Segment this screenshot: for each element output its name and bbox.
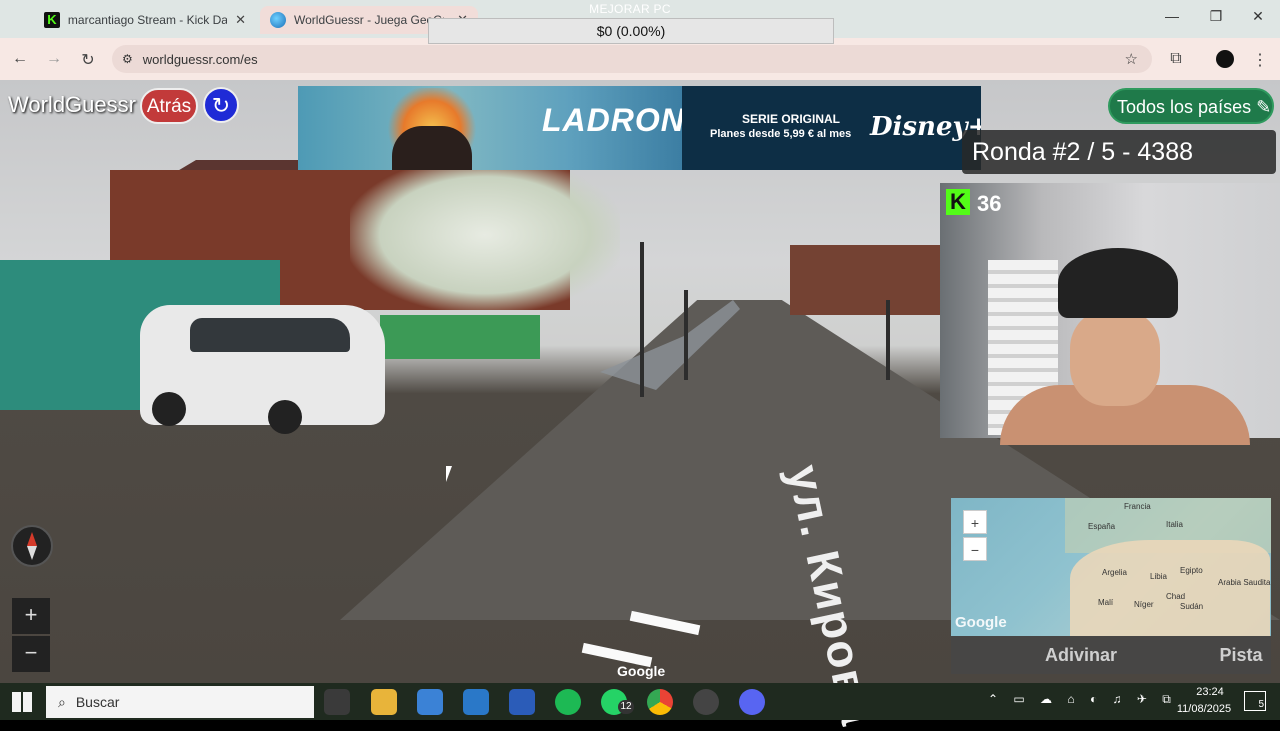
reload-location-button[interactable]: ↻ bbox=[203, 87, 239, 123]
map-label: España bbox=[1088, 522, 1116, 531]
map-label: Egipto bbox=[1180, 566, 1203, 575]
map-label: Argelia bbox=[1102, 568, 1127, 577]
url-field[interactable]: ⚙ worldguessr.com/es ☆ bbox=[112, 45, 1152, 73]
blossom-tree bbox=[350, 160, 620, 310]
close-tab-icon[interactable]: ✕ bbox=[235, 12, 246, 28]
utility-pole bbox=[684, 290, 688, 380]
ticker-value: $0 (0.00%) bbox=[428, 18, 834, 44]
tab-title: marcantiago Stream - Kick Dash bbox=[67, 13, 228, 27]
distant-house bbox=[790, 245, 950, 315]
map-label: Níger bbox=[1134, 600, 1154, 609]
zoom-out-button[interactable]: − bbox=[12, 636, 50, 672]
browser-menu-icon[interactable]: ⋮ bbox=[1248, 50, 1272, 70]
mouse-cursor-icon bbox=[446, 466, 452, 482]
map-label: Italia bbox=[1166, 520, 1183, 529]
hint-button[interactable]: Pista bbox=[1211, 645, 1271, 666]
map-zoom-out-button[interactable]: − bbox=[963, 537, 987, 561]
guess-bar: Adivinar Pista bbox=[951, 636, 1271, 674]
windows-start-icon[interactable] bbox=[12, 692, 32, 712]
word-icon[interactable] bbox=[509, 689, 535, 715]
webcam-person-face bbox=[1070, 310, 1160, 406]
microsoft-store-icon[interactable] bbox=[417, 689, 443, 715]
countries-label: Todos los países bbox=[1117, 97, 1252, 117]
google-watermark: Google bbox=[617, 663, 666, 679]
map-label: Malí bbox=[1098, 598, 1114, 607]
car-wheel bbox=[268, 400, 302, 434]
notification-center-icon[interactable]: 5 bbox=[1244, 691, 1266, 711]
guess-button[interactable]: Adivinar bbox=[951, 645, 1211, 666]
back-arrow-icon[interactable]: ← bbox=[8, 50, 32, 68]
close-window-button[interactable]: ✕ bbox=[1238, 8, 1278, 30]
spotify-icon[interactable] bbox=[555, 689, 581, 715]
task-view-icon[interactable] bbox=[324, 689, 350, 715]
viewer-count: 36 bbox=[977, 191, 1002, 216]
chrome-icon[interactable] bbox=[647, 689, 673, 715]
discord-icon[interactable] bbox=[739, 689, 765, 715]
map-label: Francia bbox=[1124, 502, 1151, 511]
obs-icon[interactable] bbox=[693, 689, 719, 715]
car-window bbox=[190, 318, 350, 352]
ad-image: LADRONES bbox=[298, 86, 729, 170]
map-google-watermark: Google bbox=[955, 614, 1007, 631]
countries-button[interactable]: Todos los países ✎ bbox=[1108, 88, 1274, 124]
zoom-in-button[interactable]: + bbox=[12, 598, 50, 634]
profile-avatar[interactable] bbox=[1216, 50, 1234, 68]
minimize-window-button[interactable]: — bbox=[1152, 8, 1192, 30]
round-info: Ronda #2 / 5 - 4388 Puntos bbox=[962, 130, 1276, 210]
maximize-window-button[interactable]: ❐ bbox=[1196, 8, 1236, 30]
system-tray-icons[interactable]: ⌃ ▭ ☁ ⌂ ◐ ♫ ✈ ⧉ bbox=[988, 692, 1177, 707]
ad-info: SERIE ORIGINAL Planes desde 5,99 € al me… bbox=[682, 86, 981, 170]
ad-price: Planes desde 5,99 € al mes bbox=[710, 128, 852, 140]
extensions-icon[interactable]: ⧉ bbox=[1164, 50, 1188, 68]
map-zoom-in-button[interactable]: + bbox=[963, 510, 987, 534]
back-button[interactable]: Atrás bbox=[140, 88, 198, 124]
tab-kick-stream[interactable]: K marcantiago Stream - Kick Dash ✕ bbox=[34, 6, 256, 34]
webcam-cap bbox=[1058, 248, 1178, 318]
search-placeholder: Buscar bbox=[75, 694, 120, 710]
map-land-africa bbox=[1070, 540, 1270, 636]
ad-person bbox=[392, 126, 472, 170]
ticker-title: MEJORAR PC bbox=[589, 2, 671, 16]
clock-date[interactable]: 11/08/2025 bbox=[1168, 703, 1240, 715]
ad-banner[interactable]: LADRONES SERIE ORIGINAL Planes desde 5,9… bbox=[298, 86, 981, 170]
map-label: Arabia Saudita bbox=[1218, 578, 1271, 587]
map-label: Sudán bbox=[1180, 602, 1204, 611]
clock-time[interactable]: 23:24 bbox=[1180, 686, 1240, 698]
ad-serie: SERIE ORIGINAL bbox=[742, 112, 841, 126]
tab-title: WorldGuessr - Juega GeoGu bbox=[294, 13, 444, 27]
globe-favicon-icon bbox=[270, 12, 286, 28]
utility-pole bbox=[886, 300, 890, 380]
forward-arrow-icon[interactable]: → bbox=[42, 50, 66, 68]
whatsapp-badge: 12 bbox=[618, 700, 634, 714]
file-explorer-icon[interactable] bbox=[371, 689, 397, 715]
green-fence bbox=[380, 315, 540, 359]
utility-pole bbox=[640, 242, 644, 397]
map-label: Libia bbox=[1150, 572, 1167, 581]
car-wheel bbox=[152, 392, 186, 426]
mail-icon[interactable] bbox=[463, 689, 489, 715]
map-label: Chad bbox=[1166, 592, 1186, 601]
taskbar-search[interactable]: ⌕ Buscar bbox=[46, 686, 314, 718]
pencil-icon: ✎ bbox=[1256, 97, 1272, 117]
reload-page-icon[interactable]: ↻ bbox=[76, 50, 100, 70]
bookmark-star-icon[interactable]: ☆ bbox=[1125, 50, 1138, 68]
kick-favicon-icon: K bbox=[44, 12, 60, 28]
search-icon: ⌕ bbox=[58, 693, 66, 710]
kick-logo-icon: K bbox=[946, 189, 970, 215]
url-text: worldguessr.com/es bbox=[142, 51, 258, 67]
worldguessr-logo: WorldGuessr bbox=[8, 92, 136, 117]
site-info-icon[interactable]: ⚙ bbox=[122, 52, 133, 66]
